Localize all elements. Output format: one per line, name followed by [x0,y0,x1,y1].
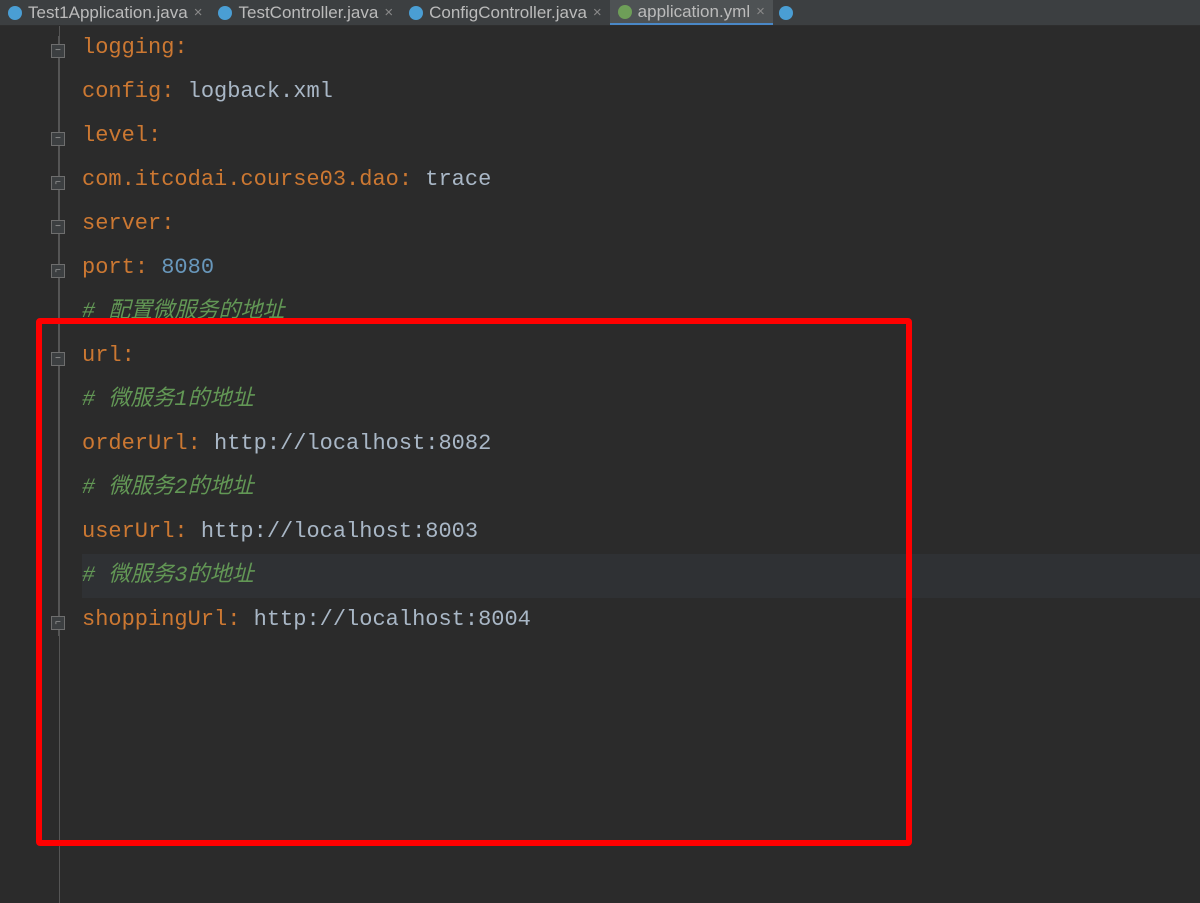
fold-line [58,36,59,636]
code-line: userUrl: http://localhost:8003 [82,510,1200,554]
yaml-value: http://localhost:8003 [201,510,478,554]
yaml-key: level [82,114,148,158]
yaml-comment: # 配置微服务的地址 [82,290,284,334]
tab-test1application[interactable]: Test1Application.java × [0,0,210,25]
tab-label: Test1Application.java [28,3,188,23]
close-icon[interactable]: × [756,3,765,20]
yaml-key: url [82,334,122,378]
yaml-value: logback.xml [188,70,333,114]
java-icon [218,6,232,20]
code-line: level: [82,114,1200,158]
close-icon[interactable]: × [194,4,203,21]
code-area[interactable]: logging: config: logback.xml level: com.… [60,26,1200,903]
java-icon [409,6,423,20]
yaml-comment: # 微服务3的地址 [82,554,254,598]
code-line-current: # 微服务3的地址 [82,554,1200,598]
code-line: logging: [82,26,1200,70]
code-line: shoppingUrl: http://localhost:8004 [82,598,1200,642]
tab-overflow[interactable] [773,0,801,25]
tab-label: application.yml [638,2,750,22]
tab-testcontroller[interactable]: TestController.java × [210,0,401,25]
yaml-key: com.itcodai.course03.dao [82,158,399,202]
yaml-key: logging [82,26,174,70]
code-line: # 微服务2的地址 [82,466,1200,510]
yaml-value: 8080 [161,246,214,290]
editor-pane[interactable]: − − ⌐ − ⌐ − ⌐ logging: config: logback.x… [0,26,1200,903]
code-line: # 配置微服务的地址 [82,290,1200,334]
tab-application-yml[interactable]: application.yml × [610,0,773,25]
tab-configcontroller[interactable]: ConfigController.java × [401,0,610,25]
close-icon[interactable]: × [384,4,393,21]
code-line: port: 8080 [82,246,1200,290]
tab-bar: Test1Application.java × TestController.j… [0,0,1200,26]
code-line: config: logback.xml [82,70,1200,114]
yaml-value: http://localhost:8004 [254,598,531,642]
close-icon[interactable]: × [593,4,602,21]
yaml-comment: # 微服务2的地址 [82,466,254,510]
code-line: url: [82,334,1200,378]
yaml-key: port [82,246,135,290]
yaml-key: userUrl [82,510,174,554]
yml-icon [618,5,632,19]
tab-label: TestController.java [238,3,378,23]
code-line: server: [82,202,1200,246]
yaml-comment: # 微服务1的地址 [82,378,254,422]
yaml-key: server [82,202,161,246]
code-line: orderUrl: http://localhost:8082 [82,422,1200,466]
java-icon [8,6,22,20]
yaml-key: orderUrl [82,422,188,466]
yaml-value: trace [425,158,491,202]
yaml-key: config [82,70,161,114]
yaml-value: http://localhost:8082 [214,422,491,466]
java-icon [779,6,793,20]
code-line: com.itcodai.course03.dao: trace [82,158,1200,202]
yaml-key: shoppingUrl [82,598,227,642]
tab-label: ConfigController.java [429,3,587,23]
gutter: − − ⌐ − ⌐ − ⌐ [0,26,60,903]
code-line: # 微服务1的地址 [82,378,1200,422]
